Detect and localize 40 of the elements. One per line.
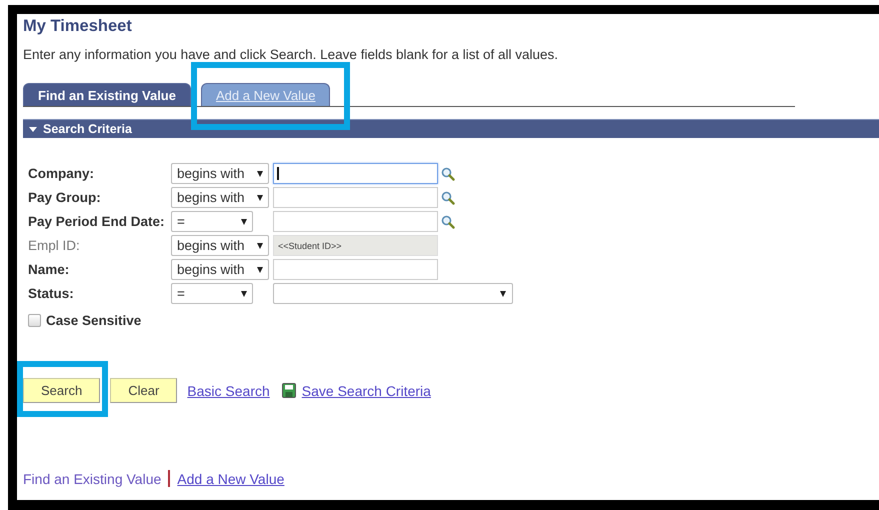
input-field[interactable] bbox=[273, 259, 438, 280]
field-label: Empl ID: bbox=[28, 238, 81, 253]
dropdown-arrow-icon bbox=[257, 194, 263, 200]
link[interactable]: Save Search Criteria bbox=[302, 382, 431, 398]
dropdown-arrow-icon bbox=[241, 290, 247, 296]
status-dropdown[interactable] bbox=[273, 283, 513, 304]
footer-link[interactable]: Add a New Value bbox=[177, 470, 284, 486]
field-label: Status: bbox=[28, 286, 75, 301]
input-field[interactable] bbox=[273, 163, 438, 184]
dropdown-arrow-icon bbox=[500, 290, 506, 296]
action-button[interactable]: Clear bbox=[110, 378, 178, 403]
search-icon[interactable] bbox=[441, 166, 455, 180]
checkbox-label: Case Sensitive bbox=[46, 313, 142, 328]
instructions-text: Enter any information you have and click Search. Leave fields blank for a list of all values. bbox=[23, 47, 560, 63]
tab[interactable]: Find an Existing Value bbox=[23, 83, 191, 106]
dropdown-arrow-icon bbox=[257, 170, 263, 176]
section-header[interactable]: Search Criteria bbox=[23, 119, 879, 138]
link[interactable]: Basic Search bbox=[187, 382, 270, 398]
operator-dropdown[interactable]: begins with bbox=[171, 259, 269, 280]
save-icon[interactable] bbox=[282, 383, 296, 398]
field-label: Company: bbox=[28, 166, 96, 181]
search-icon[interactable] bbox=[441, 190, 455, 204]
input-field[interactable] bbox=[273, 187, 438, 208]
field-label: Name: bbox=[28, 262, 70, 277]
checkbox[interactable] bbox=[28, 314, 41, 327]
page-title: My Timesheet bbox=[23, 16, 133, 37]
operator-dropdown[interactable]: = bbox=[171, 211, 253, 232]
operator-dropdown[interactable]: begins with bbox=[171, 187, 269, 208]
operator-dropdown[interactable]: begins with bbox=[171, 163, 269, 184]
input-field[interactable] bbox=[273, 211, 438, 232]
section-title: Search Criteria bbox=[43, 122, 132, 136]
action-button[interactable]: Search bbox=[23, 378, 100, 403]
field-label: Pay Group: bbox=[28, 190, 102, 205]
dropdown-arrow-icon bbox=[257, 242, 263, 248]
dropdown-arrow-icon bbox=[241, 218, 247, 224]
search-icon[interactable] bbox=[441, 214, 455, 228]
operator-dropdown[interactable]: = bbox=[171, 283, 253, 304]
field-label: Pay Period End Date: bbox=[28, 214, 166, 229]
footer-link[interactable]: Find an Existing Value bbox=[23, 470, 162, 486]
dropdown-arrow-icon bbox=[257, 266, 263, 272]
